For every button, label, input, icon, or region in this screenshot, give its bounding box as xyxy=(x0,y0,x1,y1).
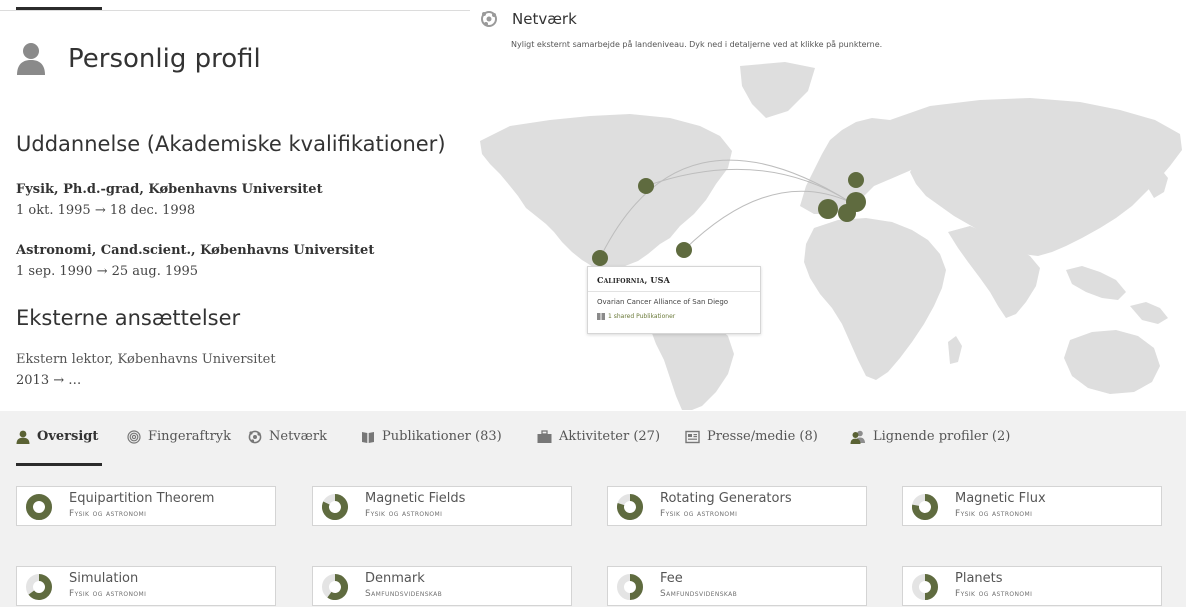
map-marker xyxy=(848,172,864,188)
tab-label: Oversigt xyxy=(37,429,99,444)
tab-label: Netværk xyxy=(269,429,327,444)
tab-label: Publikationer (83) xyxy=(382,429,502,444)
tab-aktiviteter[interactable]: Aktiviteter (27) xyxy=(537,429,660,444)
book-icon xyxy=(597,313,605,320)
concept-category: Fysik og astronomi xyxy=(955,509,1033,519)
concept-name: Simulation xyxy=(69,571,139,586)
page-title: Personlig profil xyxy=(68,44,261,74)
tab-label: Lignende profiler (2) xyxy=(873,429,1011,444)
concept-category: Fysik og astronomi xyxy=(660,509,738,519)
tab-fingeraftryk[interactable]: Fingeraftryk xyxy=(127,429,231,444)
education-item-name: Fysik, Ph.d.-grad, Københavns Universite… xyxy=(16,182,323,197)
donut-chart-icon xyxy=(322,574,348,600)
concept-name: Equipartition Theorem xyxy=(69,491,215,506)
book-icon xyxy=(362,431,374,443)
tab-label: Presse/medie (8) xyxy=(707,429,818,444)
tooltip-shared-link[interactable]: 1 shared Publikationer xyxy=(597,313,675,320)
tab-publikationer[interactable]: Publikationer (83) xyxy=(361,429,502,444)
donut-chart-icon xyxy=(26,574,52,600)
concept-name: Fee xyxy=(660,571,683,586)
donut-chart-icon xyxy=(912,494,938,520)
donut-chart-icon xyxy=(322,494,348,520)
tab-oversigt[interactable]: Oversigt xyxy=(16,429,98,444)
concept-category: Fysik og astronomi xyxy=(955,589,1033,599)
person-icon xyxy=(17,43,45,75)
map-tooltip: California, USA Ovarian Cancer Alliance … xyxy=(587,266,761,334)
external-position-date: 2013 → … xyxy=(16,373,82,388)
map-marker xyxy=(638,178,654,194)
donut-chart-icon xyxy=(617,494,643,520)
external-positions-heading: Eksterne ansættelser xyxy=(16,306,241,330)
concept-category: Fysik og astronomi xyxy=(69,589,147,599)
education-item-name: Astronomi, Cand.scient., Københavns Univ… xyxy=(16,243,375,258)
tab-lignende-profiler[interactable]: Lignende profiler (2) xyxy=(850,429,1010,444)
tab-label: Aktiviteter (27) xyxy=(559,429,661,444)
concept-name: Magnetic Flux xyxy=(955,491,1046,506)
concept-card[interactable]: Planets Fysik og astronomi xyxy=(902,566,1162,606)
profile-heading: Personlig profil xyxy=(16,42,261,76)
network-title: Netværk xyxy=(512,10,577,28)
tooltip-shared-label: 1 shared Publikationer xyxy=(608,313,676,320)
top-divider xyxy=(0,10,470,11)
concept-card[interactable]: Fee Samfundsvidenskab xyxy=(607,566,867,606)
tab-presse-medie[interactable]: Presse/medie (8) xyxy=(685,429,818,444)
concept-card[interactable]: Denmark Samfundsvidenskab xyxy=(312,566,572,606)
tab-bar: Oversigt Fingeraftryk Netværk Publikatio… xyxy=(0,411,1186,466)
concept-category: Samfundsvidenskab xyxy=(660,589,738,599)
concept-category: Fysik og astronomi xyxy=(365,509,443,519)
world-map[interactable] xyxy=(470,56,1186,410)
globe-icon xyxy=(481,11,497,27)
concept-name: Planets xyxy=(955,571,1003,586)
concept-name: Rotating Generators xyxy=(660,491,792,506)
map-marker xyxy=(592,250,608,266)
donut-chart-icon xyxy=(617,574,643,600)
tooltip-location: California, USA xyxy=(597,275,670,285)
people-icon xyxy=(850,430,865,444)
tooltip-organization[interactable]: Ovarian Cancer Alliance of San Diego xyxy=(597,298,728,306)
concept-card[interactable]: Equipartition Theorem Fysik og astronomi xyxy=(16,486,276,526)
concept-name: Magnetic Fields xyxy=(365,491,466,506)
education-heading: Uddannelse (Akademiske kvalifikationer) xyxy=(16,132,446,156)
concept-card[interactable]: Magnetic Flux Fysik og astronomi xyxy=(902,486,1162,526)
network-title-row: Netværk xyxy=(480,10,577,28)
concept-card[interactable]: Simulation Fysik og astronomi xyxy=(16,566,276,606)
person-icon xyxy=(16,430,30,444)
education-item-date: 1 sep. 1990 → 25 aug. 1995 xyxy=(16,264,199,279)
landmass-shapes xyxy=(480,62,1182,410)
network-subtitle: Nyligt eksternt samarbejde på landenivea… xyxy=(511,40,883,49)
donut-chart-icon xyxy=(912,574,938,600)
map-marker xyxy=(818,199,838,219)
network-map-panel: Netværk Nyligt eksternt samarbejde på la… xyxy=(470,0,1186,410)
education-item-date: 1 okt. 1995 → 18 dec. 1998 xyxy=(16,203,196,218)
concept-card[interactable]: Rotating Generators Fysik og astronomi xyxy=(607,486,867,526)
tab-label: Fingeraftryk xyxy=(148,429,232,444)
donut-chart-icon xyxy=(26,494,52,520)
globe-icon xyxy=(248,430,262,443)
map-marker xyxy=(676,242,692,258)
concept-card[interactable]: Magnetic Fields Fysik og astronomi xyxy=(312,486,572,526)
active-tab-underline-top xyxy=(16,7,102,10)
briefcase-icon xyxy=(537,429,552,443)
concept-category: Samfundsvidenskab xyxy=(365,589,443,599)
concept-name: Denmark xyxy=(365,571,425,586)
concept-category: Fysik og astronomi xyxy=(69,509,147,519)
external-position-role: Ekstern lektor, Københavns Universitet xyxy=(16,352,276,367)
newspaper-icon xyxy=(685,430,700,443)
tooltip-divider xyxy=(588,291,760,292)
tab-netvaerk[interactable]: Netværk xyxy=(248,429,327,444)
fingerprint-icon xyxy=(127,429,141,444)
map-marker xyxy=(846,192,866,212)
fingerprint-concepts: Equipartition Theorem Fysik og astronomi… xyxy=(0,466,1186,607)
